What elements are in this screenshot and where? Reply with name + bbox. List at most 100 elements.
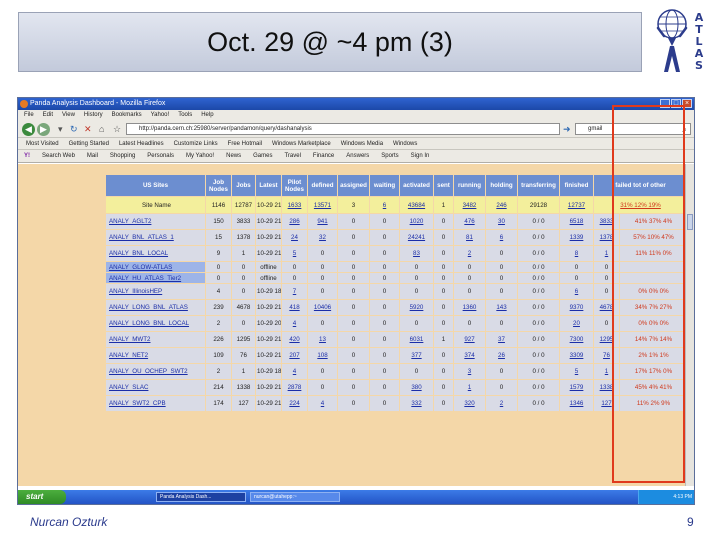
site-name-link[interactable]: ANALY_BNL_LOCAL [105, 245, 206, 262]
reload-icon[interactable]: ↻ [70, 124, 78, 134]
count-link[interactable]: 12737 [559, 196, 594, 214]
site-name-link[interactable]: ANALY_IllinoisHEP [105, 283, 206, 300]
bookmark-item[interactable]: Customize Links [174, 138, 218, 149]
site-name-link[interactable]: ANALY_AGLT2 [105, 213, 206, 230]
yahoo-toolbar-item[interactable]: Shopping [110, 150, 135, 162]
count-link[interactable]: 10406 [307, 299, 338, 316]
count-link[interactable]: 2 [485, 395, 518, 412]
count-link[interactable]: 418 [281, 299, 308, 316]
menu-edit[interactable]: Edit [43, 110, 53, 120]
site-name-link[interactable]: ANALY_OU_OCHEP_SWT2 [105, 363, 206, 380]
count-link[interactable]: 374 [453, 347, 486, 364]
count-link[interactable]: 1579 [559, 379, 594, 396]
url-input[interactable]: http://panda.cern.ch:25980/server/pandam… [126, 123, 560, 135]
count-link[interactable]: 1346 [559, 395, 594, 412]
count-link[interactable]: 3482 [453, 196, 486, 214]
go-icon[interactable]: ➜ [563, 124, 571, 134]
count-link[interactable]: 6031 [399, 331, 434, 348]
count-link[interactable]: 6518 [559, 213, 594, 230]
count-link[interactable]: 3 [453, 363, 486, 380]
site-name-link[interactable]: ANALY_NET2 [105, 347, 206, 364]
bookmark-item[interactable]: Getting Started [69, 138, 109, 149]
stop-icon[interactable]: ✕ [84, 124, 92, 134]
count-link[interactable]: 4 [281, 315, 308, 332]
count-link[interactable]: 377 [399, 347, 434, 364]
count-link[interactable]: 30 [485, 213, 518, 230]
yahoo-toolbar-item[interactable]: My Yahoo! [186, 150, 214, 162]
yahoo-toolbar-item[interactable]: Games [253, 150, 272, 162]
count-link[interactable]: 13571 [307, 196, 338, 214]
yahoo-toolbar-item[interactable]: Finance [313, 150, 334, 162]
site-name-link[interactable]: ANALY_BNL_ATLAS_1 [105, 229, 206, 246]
menu-yahoo[interactable]: Yahoo! [151, 110, 170, 120]
count-link[interactable]: 6 [559, 283, 594, 300]
count-link[interactable]: 24241 [399, 229, 434, 246]
yahoo-toolbar-item[interactable]: Mail [87, 150, 98, 162]
count-link[interactable]: 476 [453, 213, 486, 230]
count-link[interactable]: 6 [485, 229, 518, 246]
menu-view[interactable]: View [62, 110, 75, 120]
count-link[interactable]: 1339 [559, 229, 594, 246]
count-link[interactable]: 5 [281, 245, 308, 262]
site-name-link[interactable]: ANALY_SWT2_CPB [105, 395, 206, 412]
count-link[interactable]: 207 [281, 347, 308, 364]
menu-tools[interactable]: Tools [178, 110, 192, 120]
count-link[interactable]: 20 [559, 315, 594, 332]
count-link[interactable]: 1360 [453, 299, 486, 316]
count-link[interactable]: 9370 [559, 299, 594, 316]
count-link[interactable]: 224 [281, 395, 308, 412]
dropdown-chevron-icon[interactable]: ▾ [58, 124, 63, 134]
count-link[interactable]: 108 [307, 347, 338, 364]
count-link[interactable]: 3309 [559, 347, 594, 364]
count-link[interactable]: 143 [485, 299, 518, 316]
count-link[interactable]: 5920 [399, 299, 434, 316]
count-link[interactable]: 43684 [399, 196, 434, 214]
yahoo-toolbar-item[interactable]: Answers [346, 150, 369, 162]
yahoo-toolbar-item[interactable]: Search Web [42, 150, 75, 162]
forward-icon[interactable]: ▶ [37, 123, 50, 136]
yahoo-toolbar-item[interactable]: News [226, 150, 241, 162]
count-link[interactable]: 5 [559, 363, 594, 380]
menu-bookmarks[interactable]: Bookmarks [112, 110, 142, 120]
bookmark-item[interactable]: Windows Media [341, 138, 383, 149]
home-icon[interactable]: ⌂ [99, 124, 104, 134]
count-link[interactable]: 83 [399, 245, 434, 262]
vertical-scrollbar[interactable] [685, 164, 694, 486]
bookmark-item[interactable]: Windows [393, 138, 417, 149]
menu-history[interactable]: History [84, 110, 103, 120]
count-link[interactable]: 1 [453, 379, 486, 396]
taskbar-item-terminal[interactable]: nurcan@utahepp:~ [250, 492, 340, 502]
site-name-link[interactable]: ANALY_SLAC [105, 379, 206, 396]
count-link[interactable]: 37 [485, 331, 518, 348]
bookmark-item[interactable]: Latest Headlines [119, 138, 164, 149]
menu-file[interactable]: File [24, 110, 34, 120]
count-link[interactable]: 13 [307, 331, 338, 348]
count-link[interactable]: 4 [281, 363, 308, 380]
yahoo-toolbar-item[interactable]: Personals [147, 150, 174, 162]
site-name-link[interactable]: ANALY_HU_ATLAS_Tier2 [105, 272, 206, 284]
count-link[interactable]: 7 [281, 283, 308, 300]
count-link[interactable]: 2 [453, 245, 486, 262]
bookmark-item[interactable]: Windows Marketplace [272, 138, 331, 149]
yahoo-toolbar-item[interactable]: Travel [284, 150, 300, 162]
count-link[interactable]: 24 [281, 229, 308, 246]
back-icon[interactable]: ◀ [22, 123, 35, 136]
count-link[interactable]: 26 [485, 347, 518, 364]
count-link[interactable]: 332 [399, 395, 434, 412]
yahoo-toolbar-item[interactable]: Sign In [411, 150, 430, 162]
count-link[interactable]: 320 [453, 395, 486, 412]
count-link[interactable]: 1020 [399, 213, 434, 230]
count-link[interactable]: 927 [453, 331, 486, 348]
taskbar-item-firefox[interactable]: Panda Analysis Dash... [156, 492, 246, 502]
site-name-link[interactable]: ANALY_LONG_BNL_ATLAS [105, 299, 206, 316]
count-link[interactable]: 941 [307, 213, 338, 230]
start-button[interactable]: start [18, 490, 66, 504]
menu-help[interactable]: Help [201, 110, 213, 120]
bookmark-star-icon[interactable]: ☆ [113, 124, 121, 134]
site-name-link[interactable]: ANALY_GLOW-ATLAS [105, 261, 206, 273]
count-link[interactable]: 32 [307, 229, 338, 246]
count-link[interactable]: 4 [307, 395, 338, 412]
count-link[interactable]: 2878 [281, 379, 308, 396]
count-link[interactable]: 8 [559, 245, 594, 262]
site-name-link[interactable]: ANALY_LONG_BNL_LOCAL [105, 315, 206, 332]
